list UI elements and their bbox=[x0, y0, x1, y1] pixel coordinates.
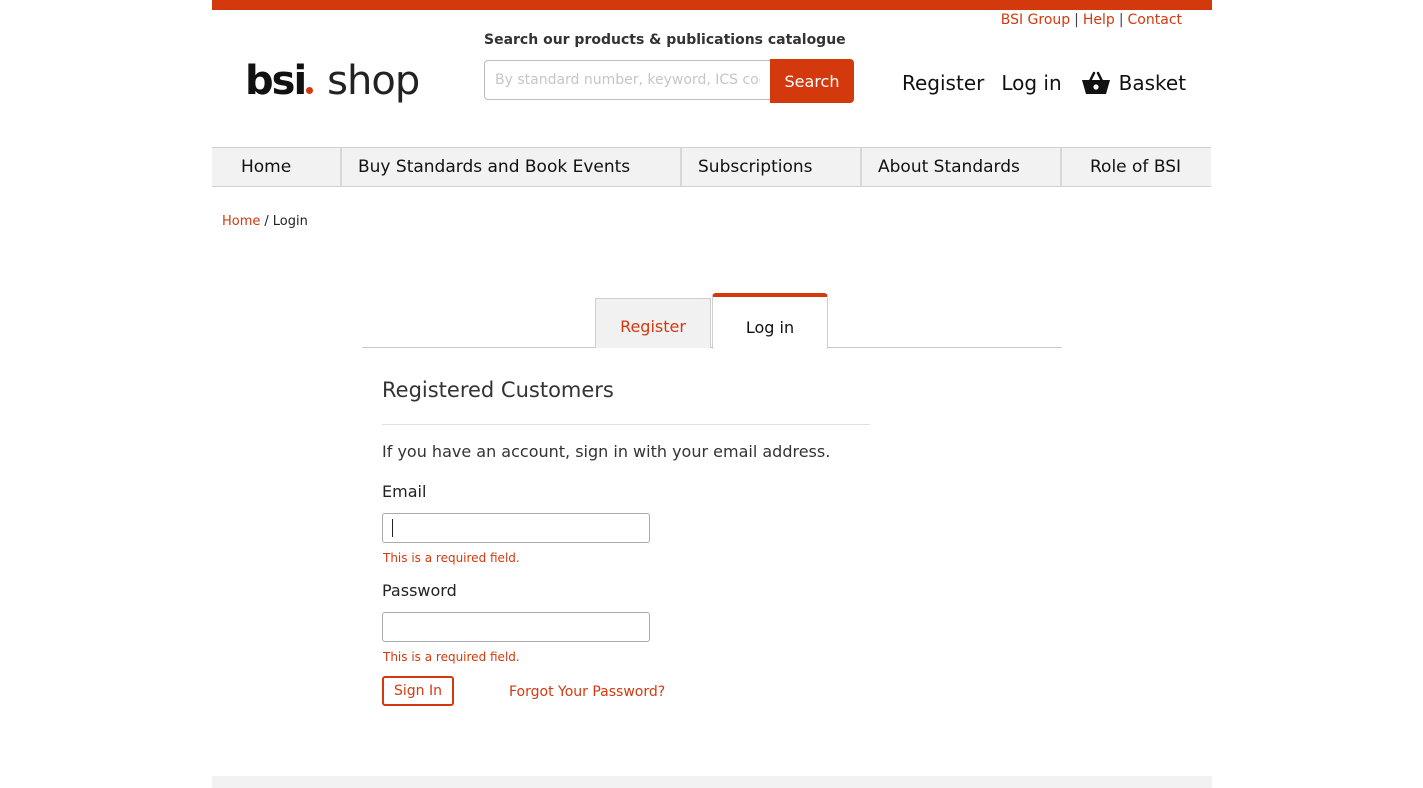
search-input[interactable] bbox=[484, 60, 770, 100]
search-form: Search bbox=[484, 59, 865, 103]
nav-item-subscriptions[interactable]: Subscriptions bbox=[682, 148, 862, 186]
password-error: This is a required field. bbox=[383, 650, 520, 664]
contact-link[interactable]: Contact bbox=[1128, 12, 1182, 28]
breadcrumb-separator: / bbox=[264, 214, 269, 229]
breadcrumb-current: Login bbox=[272, 214, 308, 229]
main-navigation: Home Buy Standards and Book Events Subsc… bbox=[212, 147, 1211, 187]
bsi-group-link[interactable]: BSI Group bbox=[1001, 12, 1070, 28]
footer-band bbox=[212, 776, 1212, 788]
top-accent-bar bbox=[212, 0, 1212, 10]
nav-item-buy-standards[interactable]: Buy Standards and Book Events bbox=[342, 148, 682, 186]
login-intro-text: If you have an account, sign in with you… bbox=[382, 442, 831, 461]
breadcrumb: Home / Login bbox=[222, 214, 308, 229]
password-label: Password bbox=[382, 581, 457, 600]
breadcrumb-home-link[interactable]: Home bbox=[222, 214, 260, 229]
nav-item-about-standards[interactable]: About Standards bbox=[862, 148, 1062, 186]
separator: | bbox=[1118, 12, 1124, 28]
tab-login[interactable]: Log in bbox=[712, 293, 828, 349]
basket-icon[interactable] bbox=[1081, 70, 1111, 96]
nav-item-role-of-bsi[interactable]: Role of BSI bbox=[1062, 148, 1211, 186]
password-field[interactable] bbox=[382, 612, 650, 642]
search-label: Search our products & publications catal… bbox=[484, 32, 846, 48]
forgot-password-link[interactable]: Forgot Your Password? bbox=[509, 684, 665, 700]
header-login-link[interactable]: Log in bbox=[1001, 71, 1061, 95]
header-register-link[interactable]: Register bbox=[902, 71, 984, 95]
account-links: Register Log in Basket bbox=[902, 70, 1186, 96]
email-field[interactable] bbox=[382, 513, 650, 543]
text-cursor bbox=[392, 519, 393, 537]
email-label: Email bbox=[382, 482, 427, 501]
title-divider bbox=[382, 424, 870, 425]
tab-register[interactable]: Register bbox=[595, 298, 711, 348]
page: BSI Group | Help | Contact bsi shop Search ou… bbox=[212, 0, 1212, 788]
logo-dot bbox=[306, 87, 314, 94]
logo-shop-text: shop bbox=[327, 58, 420, 104]
separator: | bbox=[1074, 12, 1079, 28]
utility-links: BSI Group | Help | Contact bbox=[1001, 12, 1182, 28]
registered-customers-title: Registered Customers bbox=[382, 378, 614, 402]
bsi-shop-logo[interactable]: bsi shop bbox=[245, 58, 420, 108]
search-button[interactable]: Search bbox=[770, 59, 854, 103]
basket-link[interactable]: Basket bbox=[1119, 71, 1186, 95]
logo-bsi-text: bsi bbox=[245, 58, 307, 104]
nav-item-home[interactable]: Home bbox=[212, 148, 342, 186]
sign-in-button[interactable]: Sign In bbox=[382, 676, 454, 706]
help-link[interactable]: Help bbox=[1083, 12, 1115, 28]
email-error: This is a required field. bbox=[383, 551, 520, 565]
